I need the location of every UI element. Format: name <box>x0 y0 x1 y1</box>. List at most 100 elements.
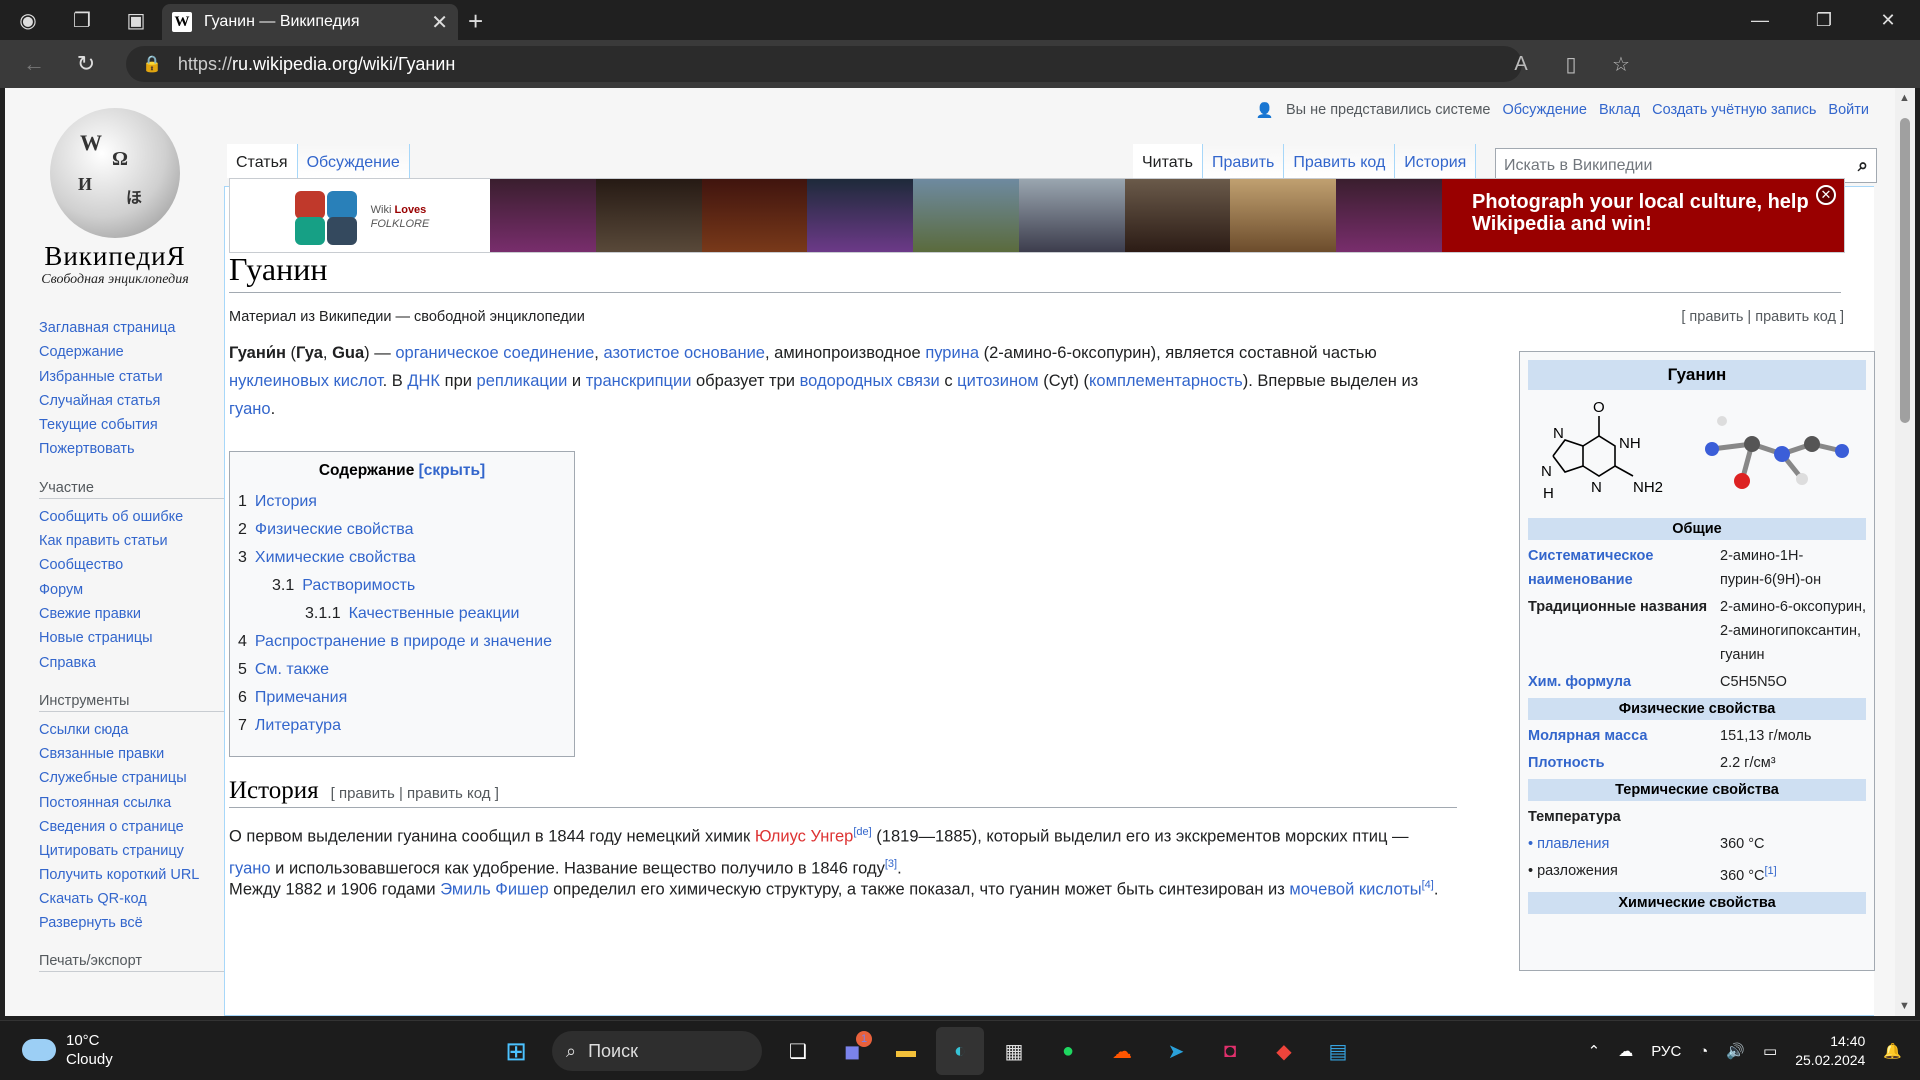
teams-icon[interactable]: ◼ 1 <box>828 1027 876 1075</box>
sidebar-link[interactable]: Развернуть всё <box>39 911 229 935</box>
lock-icon[interactable]: 🔒 <box>142 54 162 74</box>
sidebar-link[interactable]: Постоянная ссылка <box>39 791 229 815</box>
sidebar-link[interactable]: Форум <box>39 578 229 602</box>
toc-item[interactable]: 3.1.1 Качественные реакции <box>238 600 566 628</box>
lead-link[interactable]: нуклеиновых кислот <box>229 372 383 390</box>
login-link[interactable]: Войти <box>1828 102 1869 119</box>
infobox-key-link[interactable]: Хим. формула <box>1528 674 1631 690</box>
language-indicator[interactable]: РУС <box>1651 1043 1681 1060</box>
sidebar-link[interactable]: Избранные статьи <box>39 365 229 389</box>
lead-link[interactable]: транскрипции <box>586 372 692 390</box>
sidebar-link[interactable]: Служебные страницы <box>39 766 229 790</box>
tab-edit-code[interactable]: Править код <box>1284 144 1396 178</box>
infobox-key-link[interactable]: Плотность <box>1528 755 1605 771</box>
ungar-link[interactable]: Юлиус Унгер <box>755 828 854 846</box>
sidebar-link[interactable]: Новые страницы <box>39 626 229 650</box>
soundcloud-icon[interactable]: ☁ <box>1098 1027 1146 1075</box>
profile-icon[interactable]: ◉ <box>8 0 48 40</box>
spotify-icon[interactable]: ● <box>1044 1027 1092 1075</box>
toc-item[interactable]: 3 Химические свойства <box>238 544 566 572</box>
taskbar-search[interactable]: ⌕ Поиск <box>552 1031 762 1071</box>
sidebar-link[interactable]: Связанные правки <box>39 742 229 766</box>
contributions-link[interactable]: Вклад <box>1599 102 1640 119</box>
minimize-icon[interactable]: — <box>1728 0 1792 40</box>
structural-formula-image[interactable]: O N NH N N NH2 H <box>1533 396 1683 512</box>
onedrive-icon[interactable]: ☁ <box>1618 1042 1633 1060</box>
scroll-up-icon[interactable]: ▲ <box>1899 92 1910 104</box>
reference-1[interactable]: [1] <box>1765 865 1777 877</box>
close-window-icon[interactable]: ✕ <box>1856 0 1920 40</box>
sidebar-link[interactable]: Пожертвовать <box>39 437 229 461</box>
refresh-icon[interactable]: ↻ <box>60 40 112 88</box>
address-bar[interactable]: 🔒 https://ru.wikipedia.org/wiki/Гуанин A… <box>126 46 1630 82</box>
wiki-loves-folklore-banner[interactable]: Wiki Loves FOLKLORE Photograph your loca… <box>229 178 1845 253</box>
workspaces-icon[interactable]: ❐ <box>62 0 102 40</box>
sidebar-link[interactable]: Сообщить об ошибке <box>39 505 229 529</box>
toc-toggle[interactable]: [скрыть] <box>419 462 486 479</box>
sidebar-link[interactable]: Сведения о странице <box>39 815 229 839</box>
infobox-key-link[interactable]: • плавления <box>1528 836 1609 852</box>
telegram-icon[interactable]: ➤ <box>1152 1027 1200 1075</box>
toc-item[interactable]: 7 Литература <box>238 712 566 740</box>
task-view-icon[interactable]: ❑ <box>774 1027 822 1075</box>
section-edit-links[interactable]: [ править | править код ] <box>331 785 499 802</box>
sidebar-link[interactable]: Справка <box>39 651 229 675</box>
toc-item[interactable]: 6 Примечания <box>238 684 566 712</box>
scroll-down-icon[interactable]: ▼ <box>1899 1000 1910 1012</box>
toc-item[interactable]: 4 Распространение в природе и значение <box>238 628 566 656</box>
sidebar-link[interactable]: Текущие события <box>39 413 229 437</box>
lead-link[interactable]: репликации <box>477 372 568 390</box>
reference-3[interactable]: [3] <box>885 858 897 870</box>
volume-icon[interactable]: 🔊 <box>1726 1042 1745 1060</box>
lead-link[interactable]: пурина <box>925 344 979 362</box>
lead-link[interactable]: комплементарность <box>1089 372 1243 390</box>
new-tab-icon[interactable]: + <box>468 6 483 37</box>
scrollbar-thumb[interactable] <box>1900 118 1910 423</box>
page-edit-links[interactable]: [ править | править код ] <box>1681 309 1844 325</box>
infobox-key-link[interactable]: Систематическое наименование <box>1528 548 1653 588</box>
infobox-key-link[interactable]: Молярная масса <box>1528 728 1647 744</box>
sidebar-link[interactable]: Случайная статья <box>39 389 229 413</box>
chevron-up-icon[interactable]: ⌃ <box>1588 1042 1601 1060</box>
read-aloud-icon[interactable]: A <box>1496 46 1546 82</box>
page-scrollbar[interactable]: ▲ ▼ <box>1895 88 1915 1016</box>
notifications-bell-icon[interactable]: 🔔 <box>1883 1042 1902 1060</box>
sidebar-link[interactable]: Цитировать страницу <box>39 839 229 863</box>
fischer-link[interactable]: Эмиль Фишер <box>440 881 548 899</box>
notepad-icon[interactable]: ▤ <box>1314 1027 1362 1075</box>
lead-link[interactable]: водородных связи <box>800 372 940 390</box>
battery-icon[interactable]: ▭ <box>1763 1042 1777 1060</box>
banner-cta[interactable]: Photograph your local culture, help Wiki… <box>1442 179 1844 252</box>
lead-link[interactable]: ДНК <box>407 372 440 390</box>
wikipedia-logo[interactable]: W Ω И ほ ВикипедиЯ Свободная энциклопедия <box>5 88 225 288</box>
lead-link[interactable]: цитозином <box>957 372 1038 390</box>
close-tab-icon[interactable]: ✕ <box>431 10 448 35</box>
interwiki-ref[interactable]: [de] <box>853 826 871 838</box>
toc-item[interactable]: 5 См. также <box>238 656 566 684</box>
edge-icon[interactable]: ◐ <box>936 1027 984 1075</box>
lead-link[interactable]: азотистое основание <box>603 344 765 362</box>
clock[interactable]: 14:40 25.02.2024 <box>1795 1032 1865 1070</box>
sidebar-link[interactable]: Как править статьи <box>39 529 229 553</box>
toc-item[interactable]: 2 Физические свойства <box>238 516 566 544</box>
restore-icon[interactable]: ❐ <box>1792 0 1856 40</box>
uric-acid-link[interactable]: мочевой кислоты <box>1289 881 1421 899</box>
favorite-star-icon[interactable]: ☆ <box>1596 46 1646 82</box>
sidebar-link[interactable]: Содержание <box>39 340 229 364</box>
search-icon[interactable]: ⌕ <box>1858 155 1868 176</box>
sidebar-link[interactable]: Скачать QR-код <box>39 887 229 911</box>
tab-actions-icon[interactable]: ▣ <box>116 0 156 40</box>
instagram-icon[interactable]: ◘ <box>1206 1027 1254 1075</box>
back-icon[interactable]: ← <box>8 40 60 88</box>
browser-tab[interactable]: W Гуанин — Википедия ✕ <box>162 4 458 40</box>
tab-edit[interactable]: Править <box>1202 144 1285 178</box>
sidebar-link[interactable]: Заглавная страница <box>39 316 229 340</box>
ball-and-stick-model-image[interactable] <box>1692 409 1862 499</box>
tab-read[interactable]: Читать <box>1133 144 1203 178</box>
immersive-reader-icon[interactable]: ▯ <box>1546 46 1596 82</box>
tab-history[interactable]: История <box>1395 144 1477 178</box>
wifi-icon[interactable]: ◔ <box>1699 1043 1708 1060</box>
lead-link[interactable]: гуано <box>229 400 271 418</box>
sidebar-link[interactable]: Ссылки сюда <box>39 718 229 742</box>
store-icon[interactable]: ▦ <box>990 1027 1038 1075</box>
